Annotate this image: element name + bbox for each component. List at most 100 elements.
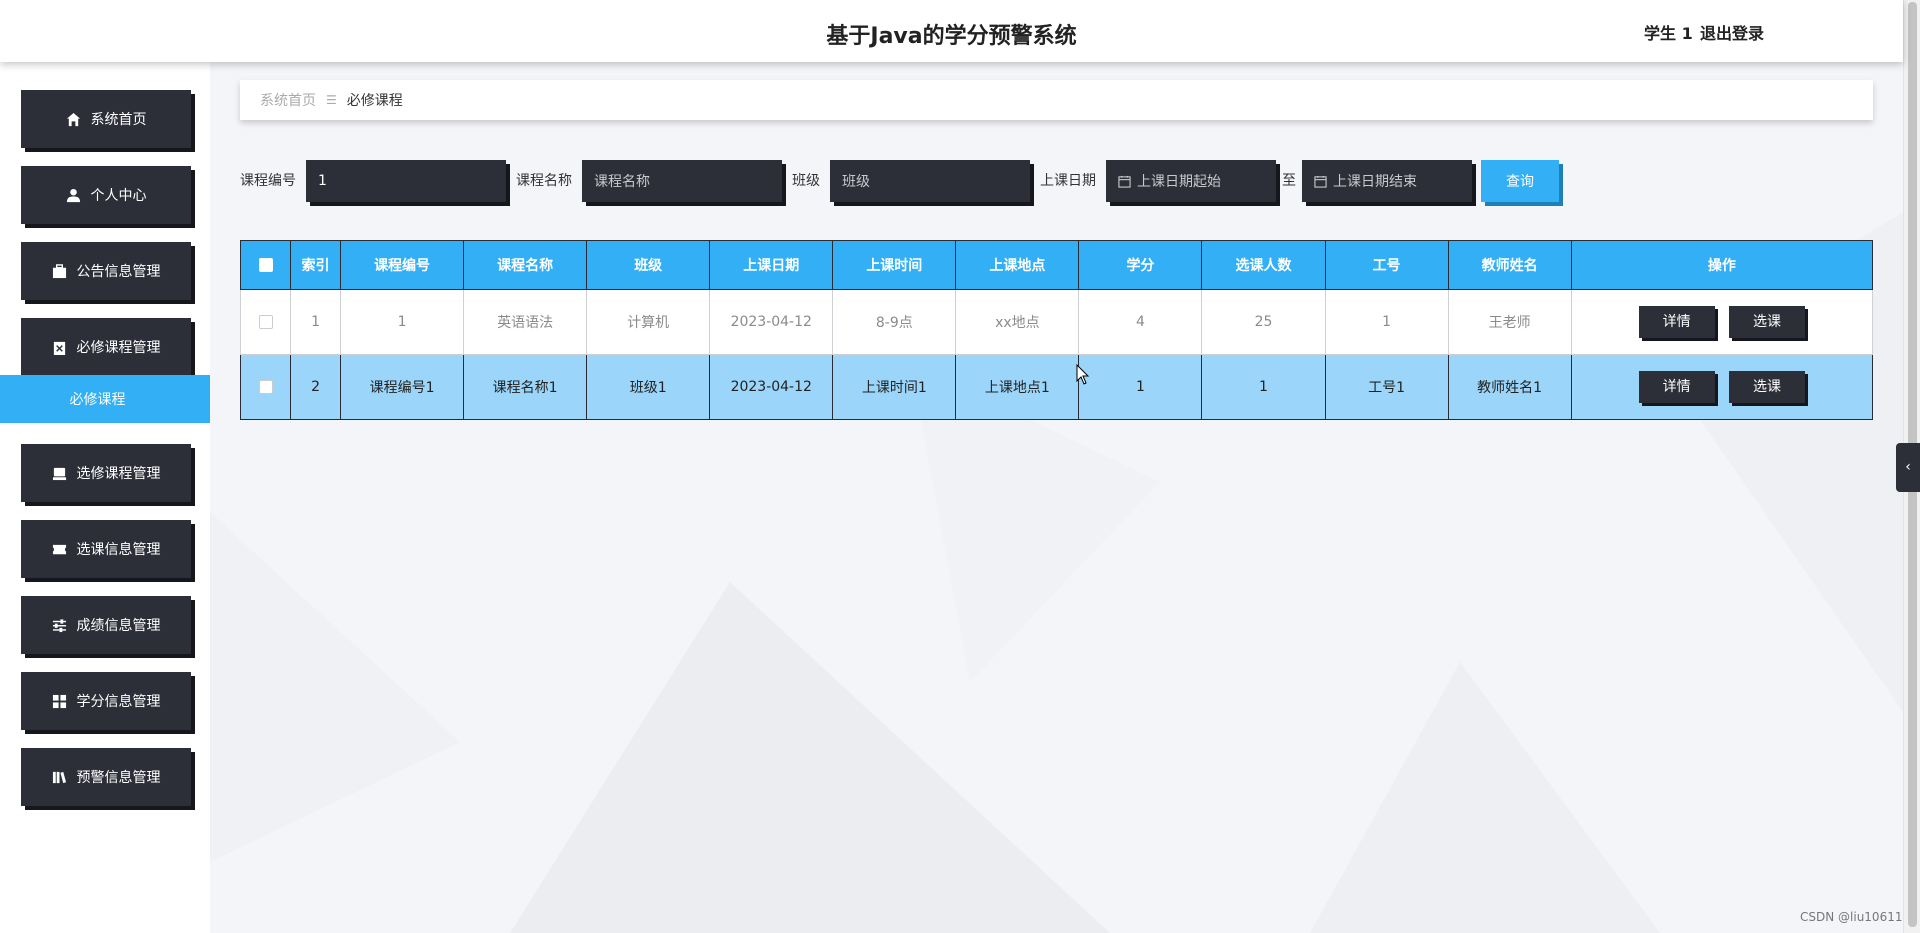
column-header[interactable]: 选课人数 <box>1201 240 1326 290</box>
table-row[interactable]: 2 课程编号1 课程名称1 班级1 2023-04-12 上课时间1 上课地点1… <box>239 354 1874 420</box>
column-header: 操作 <box>1570 240 1874 290</box>
table-cell: 1 <box>1324 289 1449 355</box>
column-header[interactable]: 课程编号 <box>340 240 465 290</box>
sidebar-item-label: 预警信息管理 <box>76 770 161 786</box>
sidebar-item-warning-info[interactable]: 预警信息管理 <box>21 748 191 806</box>
course-name-input[interactable]: 课程名称 <box>582 160 782 202</box>
column-header[interactable]: 教师姓名 <box>1447 240 1572 290</box>
sidebar-item-personal-center[interactable]: 个人中心 <box>21 166 191 224</box>
table-cell: 班级1 <box>586 354 711 420</box>
sidebar-item-credit-info[interactable]: 学分信息管理 <box>21 672 191 730</box>
table-cell: 2023-04-12 <box>709 289 834 355</box>
user-icon <box>66 188 80 202</box>
ticket-icon <box>52 544 66 554</box>
watermark: CSDN @liu10611 <box>1800 910 1903 924</box>
date-start-placeholder: 上课日期起始 <box>1137 174 1221 190</box>
logout-button[interactable]: 退出登录 <box>1700 20 1764 44</box>
table-cell: xx地点 <box>955 289 1080 355</box>
table-cell: 4 <box>1078 289 1203 355</box>
column-header[interactable]: 工号 <box>1324 240 1449 290</box>
home-icon <box>66 112 80 126</box>
table-cell: 2 <box>290 354 342 420</box>
table-row[interactable]: 1 1 英语语法 计算机 2023-04-12 8-9点 xx地点 4 25 1… <box>239 289 1874 355</box>
table-cell: 上课地点1 <box>955 354 1080 420</box>
table-cell: 2023-04-12 <box>709 354 834 420</box>
table-cell: 25 <box>1201 289 1326 355</box>
sidebar-item-required-course[interactable]: 必修课程管理 <box>21 318 191 376</box>
mouse-cursor-icon <box>1076 364 1090 385</box>
table-cell: 1 <box>340 289 465 355</box>
breadcrumb: 系统首页 ☰ 必修课程 <box>240 80 1873 120</box>
select-all-checkbox[interactable] <box>258 258 273 272</box>
row-checkbox[interactable] <box>258 380 273 394</box>
sidebar: 系统首页 个人中心 公告信息管理 必修课程管理 必修课程 选修课程管理 选课信息… <box>0 62 210 933</box>
select-all-cell <box>239 240 292 290</box>
sidebar-item-label: 选课信息管理 <box>76 542 161 558</box>
sidebar-item-label: 系统首页 <box>90 112 147 128</box>
actions-cell: 详情 选课 <box>1570 289 1874 355</box>
date-end-input[interactable]: 上课日期结束 <box>1302 160 1472 202</box>
submenu-required-course[interactable]: 必修课程 <box>0 375 210 423</box>
breadcrumb-home[interactable]: 系统首页 <box>260 90 316 110</box>
column-header[interactable]: 上课日期 <box>709 240 834 290</box>
current-user: 学生 1 <box>1644 24 1693 43</box>
class-input[interactable]: 班级 <box>830 160 1030 202</box>
briefcase-icon <box>52 263 66 278</box>
sidebar-item-score-info[interactable]: 成绩信息管理 <box>21 596 191 654</box>
top-header: 基于Java的学分预警系统 学生 1 退出登录 <box>0 0 1903 62</box>
column-header[interactable]: 课程名称 <box>463 240 588 290</box>
sidebar-item-label: 必修课程管理 <box>76 340 161 356</box>
detail-button[interactable]: 详情 <box>1638 306 1715 338</box>
sidebar-item-home[interactable]: 系统首页 <box>21 90 191 148</box>
row-checkbox[interactable] <box>258 315 273 329</box>
class-label: 班级 <box>792 173 820 189</box>
column-header[interactable]: 班级 <box>586 240 711 290</box>
column-header[interactable]: 索引 <box>290 240 342 290</box>
table-cell: 计算机 <box>586 289 711 355</box>
breadcrumb-current: 必修课程 <box>346 93 403 109</box>
table-cell: 8-9点 <box>832 289 957 355</box>
column-header[interactable]: 上课时间 <box>832 240 957 290</box>
table-cell: 1 <box>290 289 342 355</box>
detail-button[interactable]: 详情 <box>1638 371 1715 403</box>
sidebar-item-label: 公告信息管理 <box>76 264 161 280</box>
date-start-input[interactable]: 上课日期起始 <box>1106 160 1276 202</box>
course-name-label: 课程名称 <box>516 173 572 189</box>
to-label: 至 <box>1282 173 1296 189</box>
submenu-label: 必修课程 <box>69 392 126 408</box>
calendar-icon <box>1314 175 1327 188</box>
column-header[interactable]: 上课地点 <box>955 240 1080 290</box>
clipboard-icon <box>53 341 65 355</box>
table-cell: 课程编号1 <box>340 354 465 420</box>
select-course-button[interactable]: 选课 <box>1729 306 1806 338</box>
course-table: 索引 课程编号 课程名称 班级 上课日期 上课时间 上课地点 学分 选课人数 工… <box>239 240 1874 420</box>
table-cell: 教师姓名1 <box>1447 354 1572 420</box>
query-button[interactable]: 查询 <box>1481 160 1559 202</box>
book-icon <box>52 771 66 783</box>
table-cell: 王老师 <box>1447 289 1572 355</box>
table-cell: 1 <box>1078 354 1203 420</box>
table-cell: 英语语法 <box>463 289 588 355</box>
row-select-cell <box>239 289 292 355</box>
sidebar-item-label: 选修课程管理 <box>76 466 161 482</box>
tray-icon <box>52 467 66 480</box>
column-header[interactable]: 学分 <box>1078 240 1203 290</box>
date-label: 上课日期 <box>1040 173 1096 189</box>
table-header-row: 索引 课程编号 课程名称 班级 上课日期 上课时间 上课地点 学分 选课人数 工… <box>239 240 1874 290</box>
table-cell: 工号1 <box>1324 354 1449 420</box>
chevron-left-icon: ‹ <box>1905 459 1911 475</box>
sidebar-item-selection-info[interactable]: 选课信息管理 <box>21 520 191 578</box>
collapse-panel-button[interactable]: ‹ <box>1896 443 1920 492</box>
table-cell: 上课时间1 <box>832 354 957 420</box>
select-course-button[interactable]: 选课 <box>1729 371 1806 403</box>
grid-icon <box>52 694 66 708</box>
sidebar-item-elective-course[interactable]: 选修课程管理 <box>21 444 191 502</box>
calendar-icon <box>1118 175 1131 188</box>
course-no-input[interactable]: 1 <box>306 160 506 202</box>
date-end-placeholder: 上课日期结束 <box>1333 174 1417 190</box>
sidebar-item-notice[interactable]: 公告信息管理 <box>21 242 191 300</box>
course-no-label: 课程编号 <box>240 173 296 189</box>
sidebar-item-label: 学分信息管理 <box>76 694 161 710</box>
breadcrumb-separator-icon: ☰ <box>326 93 337 107</box>
sliders-icon <box>52 618 66 632</box>
